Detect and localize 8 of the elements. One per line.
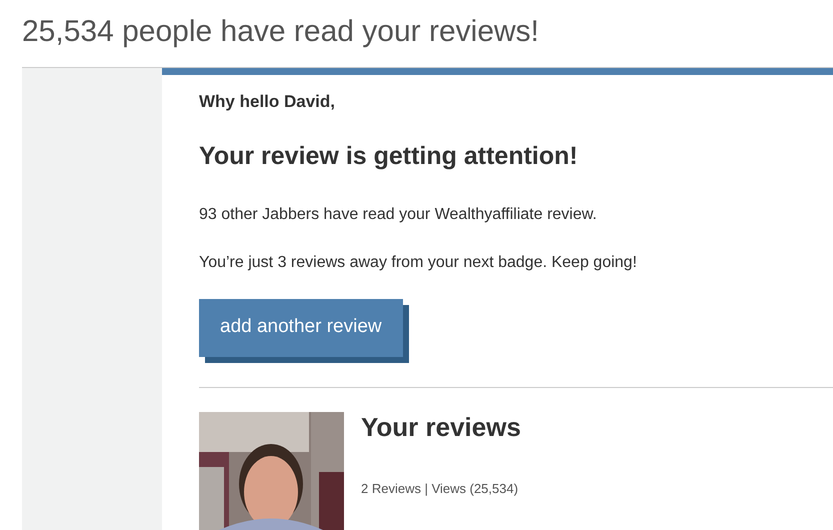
headline: Your review is getting attention! xyxy=(199,140,579,170)
greeting: Why hello David, xyxy=(199,91,336,113)
message-text: You’re just 3 reviews away from your next badge. Keep going! xyxy=(199,252,638,272)
add-review-button[interactable]: add another review xyxy=(199,298,403,357)
section-heading: Your reviews xyxy=(361,412,521,444)
page-title: 25,534 people have read your reviews! xyxy=(21,14,540,50)
message-text: 93 other Jabbers have read your Wealthyaffiliate review. xyxy=(199,204,598,224)
review-stats: 2 Reviews | Views (25,534) xyxy=(361,480,520,498)
